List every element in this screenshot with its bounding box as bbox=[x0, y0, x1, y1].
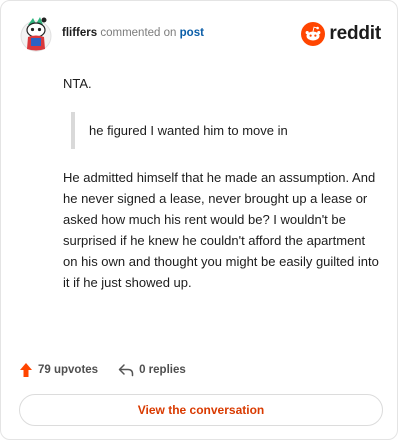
reddit-logo-icon bbox=[301, 22, 326, 46]
brand-wordmark: reddit bbox=[329, 23, 381, 44]
comment-actions: 79 upvotes 0 replies bbox=[19, 360, 186, 380]
blockquote: he figured I wanted him to move in bbox=[71, 112, 383, 149]
upvote-arrow-icon bbox=[20, 363, 32, 377]
comment-body: NTA. he figured I wanted him to move in … bbox=[63, 73, 383, 293]
action-text: commented on bbox=[100, 27, 177, 39]
snoo-avatar-icon bbox=[20, 17, 52, 52]
reply-count: 0 replies bbox=[139, 364, 186, 376]
upvote-count: 79 upvotes bbox=[38, 364, 99, 376]
reply-arrow-icon bbox=[118, 364, 134, 377]
replies-button[interactable]: 0 replies bbox=[118, 363, 186, 377]
user-avatar[interactable] bbox=[19, 15, 53, 53]
comment-meta: fliffers commented on post bbox=[62, 27, 204, 39]
comment-header: fliffers commented on post reddit bbox=[19, 15, 381, 55]
view-conversation-button[interactable]: View the conversation bbox=[19, 394, 383, 426]
reddit-brand[interactable]: reddit bbox=[301, 21, 381, 47]
comment-paragraph: NTA. bbox=[63, 76, 92, 91]
post-link[interactable]: post bbox=[180, 27, 204, 39]
comment-paragraph: He admitted himself that he made an assu… bbox=[63, 170, 379, 290]
upvote-button[interactable]: 79 upvotes bbox=[19, 362, 98, 378]
username[interactable]: fliffers bbox=[62, 27, 97, 39]
quote-text: he figured I wanted him to move in bbox=[89, 123, 288, 138]
comment-embed-card: fliffers commented on post reddit NTA. h… bbox=[0, 0, 398, 440]
